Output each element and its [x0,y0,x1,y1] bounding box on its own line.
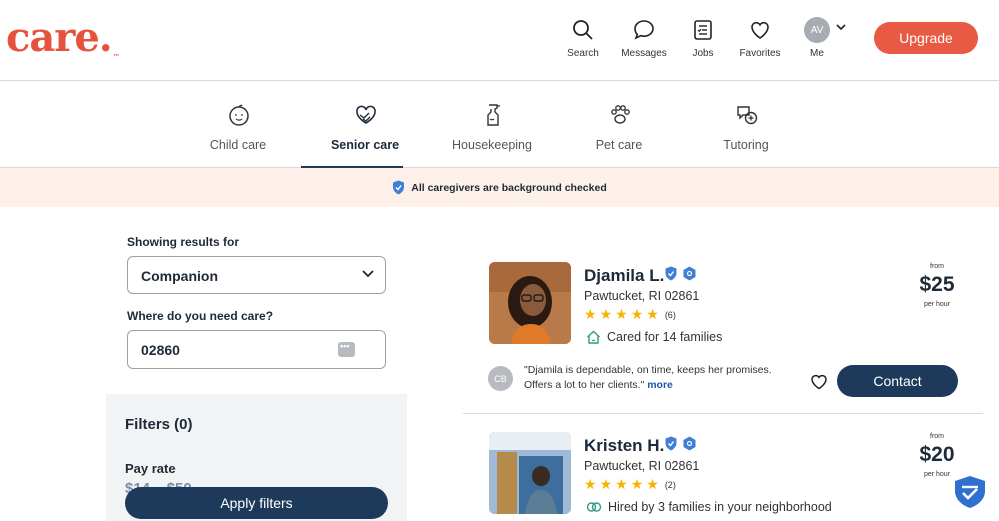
per-hour-label: per hour [923,301,951,308]
star-icon: ★ [630,306,644,322]
filters-title: Filters (0) [125,416,193,433]
caregiver-highlight: Hired by 3 families in your neighborhood [586,500,832,514]
caregiver-highlight: Cared for 14 families [586,330,722,344]
nav-favorites-label: Favorites [739,48,781,59]
category-tabs: Child care Senior care Housekeeping Pet … [0,81,999,169]
autofill-icon[interactable] [338,341,355,357]
profile-photo-image [489,262,571,344]
nav-search[interactable]: Search [548,18,618,59]
linked-rings-icon [586,502,602,512]
profile-photo-image [489,432,571,514]
star-icon: ★ [630,476,644,492]
tab-senior-care[interactable]: Senior care [301,81,429,169]
from-label: from [930,263,944,270]
tab-child-care-label: Child care [209,138,267,152]
nav-jobs-label: Jobs [692,48,714,59]
top-header: care.™ Search Messages Jobs Favorites AV… [0,0,999,81]
review-count: (6) [664,309,676,320]
showing-results-label: Showing results for [127,235,240,249]
caregiver-name[interactable]: Kristen H. [584,436,664,456]
apply-filters-button[interactable]: Apply filters [125,487,388,519]
contact-button[interactable]: Contact [837,365,958,397]
reviewer-avatar: CB [488,366,513,391]
caregiver-location: Pawtucket, RI 02861 [584,289,700,303]
service-select-value: Companion [141,268,218,284]
spray-bottle-icon [487,104,500,126]
background-check-banner: All caregivers are background checked [0,168,999,207]
caregiver-location: Pawtucket, RI 02861 [584,459,700,473]
review-more-link[interactable]: more [647,379,673,391]
hourly-price: $25 [919,273,955,296]
chevron-down-icon [362,270,374,278]
star-rating: ★ ★ ★ ★ ★ (6) [584,306,676,323]
hourly-price: $20 [919,443,955,466]
upgrade-button[interactable]: Upgrade [874,22,978,54]
service-select[interactable]: Companion [127,256,386,294]
star-icon: ★ [646,476,659,492]
account-menu[interactable]: AV Me [804,17,864,59]
chevron-down-icon[interactable] [836,24,846,31]
tab-pet-care[interactable]: Pet care [555,81,683,168]
heart-hands-icon [356,105,376,124]
jobs-icon [694,20,712,40]
messages-icon [634,20,654,40]
star-icon: ★ [615,306,628,322]
caregiver-photo[interactable] [489,262,571,344]
favorite-heart-icon[interactable] [810,374,828,390]
star-icon: ★ [584,476,597,492]
where-care-label: Where do you need care? [127,309,274,323]
caregiver-photo[interactable] [489,432,571,514]
premium-badge-icon [683,436,696,451]
tab-tutoring-label: Tutoring [723,138,769,152]
from-label: from [930,433,944,440]
star-icon: ★ [646,306,659,322]
tab-housekeeping[interactable]: Housekeeping [428,81,556,168]
child-face-icon [229,104,249,126]
help-chat-icon[interactable] [952,474,988,510]
caregiver-badges [664,266,697,281]
tab-housekeeping-label: Housekeeping [452,138,532,152]
caregiver-badges [664,436,697,451]
star-rating: ★ ★ ★ ★ ★ (2) [584,476,676,493]
card-divider [463,413,983,414]
tab-tutoring[interactable]: Tutoring [682,81,810,168]
zip-code-input[interactable]: 02860 [127,330,386,369]
avatar[interactable]: AV [804,17,830,43]
care-logo[interactable]: care.™ [6,14,120,61]
paw-icon [611,105,630,124]
review-count: (2) [664,479,676,490]
heart-icon [751,21,769,39]
premium-badge-icon [683,266,696,281]
star-icon: ★ [615,476,628,492]
verified-shield-icon [665,266,677,281]
verified-shield-icon [665,436,677,451]
nav-messages-label: Messages [621,48,667,59]
star-icon: ★ [584,306,597,322]
me-label: Me [810,48,824,59]
star-icon: ★ [599,306,613,322]
tab-child-care[interactable]: Child care [174,81,302,168]
chat-plus-icon [737,106,758,125]
pay-rate-label: Pay rate [125,461,176,476]
caregiver-name[interactable]: Djamila L. [584,266,664,286]
zip-code-value: 02860 [141,342,180,358]
nav-favorites[interactable]: Favorites [725,18,795,59]
shield-check-icon [393,180,405,195]
house-icon [587,330,600,344]
review-snippet: "Djamila is dependable, on time, keeps h… [524,363,794,393]
highlight-text: Hired by 3 families in your neighborhood [608,500,832,514]
banner-text: All caregivers are background checked [411,181,607,194]
nav-search-label: Search [567,48,599,59]
tab-senior-care-label: Senior care [330,138,400,152]
tab-pet-care-label: Pet care [595,138,643,152]
star-icon: ★ [599,476,613,492]
highlight-text: Cared for 14 families [607,330,723,344]
search-icon [573,20,593,40]
